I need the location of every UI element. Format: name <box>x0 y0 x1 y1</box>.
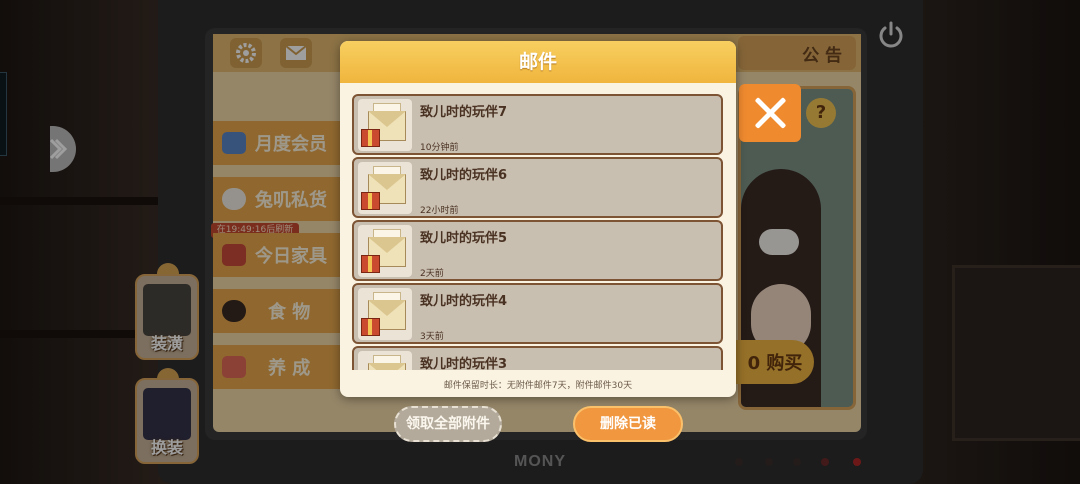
claim-all-attachments-button[interactable]: 领取全部附件 <box>394 406 502 442</box>
mail-item[interactable]: 致儿时的玩伴5 2天前 <box>352 220 723 281</box>
mail-item[interactable]: 致儿时的玩伴7 10分钟前 <box>352 94 723 155</box>
envelope-gift-icon <box>358 288 412 340</box>
mail-item[interactable]: 致儿时的玩伴6 22小时前 <box>352 157 723 218</box>
mail-item-title: 致儿时的玩伴7 <box>420 105 508 120</box>
delete-read-button[interactable]: 删除已读 <box>573 406 683 442</box>
mail-item-title: 致儿时的玩伴5 <box>420 231 508 246</box>
mail-dialog-title: 邮件 <box>340 41 736 83</box>
mail-item-title: 致儿时的玩伴6 <box>420 168 508 183</box>
envelope-gift-icon <box>358 351 412 370</box>
mail-item-time: 22小时前 <box>420 206 459 216</box>
mail-retention-note: 邮件保留时长：无附件邮件7天，附件邮件30天 <box>443 381 633 391</box>
mail-item-title: 致儿时的玩伴4 <box>420 294 508 309</box>
envelope-gift-icon <box>358 162 412 214</box>
mail-item-time: 10分钟前 <box>420 143 459 153</box>
mail-item-title: 致儿时的玩伴3 <box>420 357 508 370</box>
mail-item[interactable]: 致儿时的玩伴3 <box>352 346 723 370</box>
envelope-gift-icon <box>358 99 412 151</box>
mail-item[interactable]: 致儿时的玩伴4 3天前 <box>352 283 723 344</box>
mail-item-time: 3天前 <box>420 332 444 342</box>
mail-list[interactable]: 致儿时的玩伴7 10分钟前 致儿时的玩伴6 22小时前 致儿时的玩伴5 2天前 <box>352 94 724 370</box>
close-button[interactable] <box>739 84 801 142</box>
envelope-gift-icon <box>358 225 412 277</box>
mail-item-time: 2天前 <box>420 269 444 279</box>
game-scene: MONY 公 告 月度会员 兔叽私货 在19:49:16后刷新 今日家具 食 物… <box>0 0 1080 484</box>
mail-dialog: 邮件 致儿时的玩伴7 10分钟前 致儿时的玩伴6 22小时前 致儿时的玩伴5 2… <box>340 41 736 397</box>
